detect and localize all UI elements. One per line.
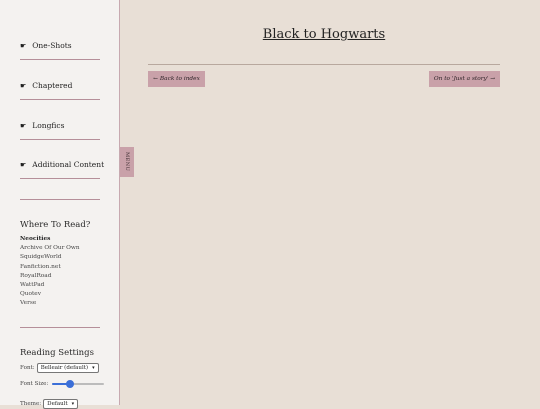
where-link-fanfiction[interactable]: Fanfiction.net [20, 263, 80, 272]
theme-setting: Theme: Default ▾ [20, 399, 79, 409]
chevron-down-icon: ▾ [92, 365, 95, 371]
where-link-verse[interactable]: Verse [20, 299, 80, 308]
nav-item-additional-content[interactable]: ☛ Additional Content [20, 160, 104, 169]
divider [20, 327, 100, 328]
reading-settings-title: Reading Settings [20, 348, 94, 358]
slider-thumb[interactable] [65, 380, 74, 388]
font-setting: Font: Belleair (default) ▾ [20, 363, 99, 373]
where-to-read-title: Where To Read? [20, 220, 91, 230]
nav-item-label: One-Shots [32, 41, 72, 50]
chevron-down-icon: ▾ [71, 401, 75, 407]
sidebar: ☛ One-Shots ☛ Chaptered ☛ Longfics ☛ Add… [0, 0, 120, 409]
font-select[interactable]: Belleair (default) ▾ [36, 363, 99, 373]
font-label: Font: [20, 365, 35, 371]
theme-label: Theme: [20, 401, 42, 407]
divider [20, 178, 100, 179]
where-link-wattpad[interactable]: WattPad [20, 281, 80, 290]
divider [20, 59, 100, 60]
divider [20, 199, 100, 200]
font-size-slider[interactable] [52, 380, 105, 388]
nav-item-longfics[interactable]: ☛ Longfics [20, 121, 64, 130]
title-divider [148, 64, 500, 65]
font-select-value: Belleair (default) [40, 365, 89, 371]
page-title: Black to Hogwarts [262, 27, 386, 42]
where-to-read-list: Neocities Archive Of Our Own SquidgeWorl… [20, 235, 80, 309]
nav-item-chaptered[interactable]: ☛ Chaptered [20, 81, 72, 90]
divider [20, 99, 100, 100]
nav-item-one-shots[interactable]: ☛ One-Shots [20, 41, 72, 50]
where-link-royalroad[interactable]: RoyalRoad [20, 272, 80, 281]
pointing-hand-icon: ☛ [20, 160, 27, 169]
next-chapter-button[interactable]: On to 'Just a story' → [429, 71, 500, 87]
pointing-hand-icon: ☛ [20, 41, 27, 50]
pointing-hand-icon: ☛ [20, 121, 27, 130]
menu-tab-label: MENU [124, 152, 130, 172]
divider [20, 139, 100, 140]
nav-item-label: Longfics [32, 121, 65, 130]
font-size-label: Font Size: [20, 381, 49, 387]
menu-toggle-tab[interactable]: MENU [120, 147, 134, 177]
where-link-squidgeworld[interactable]: SquidgeWorld [20, 253, 80, 262]
pointing-hand-icon: ☛ [20, 81, 27, 90]
where-link-quotev[interactable]: Quotev [20, 290, 80, 299]
nav-item-label: Additional Content [32, 160, 105, 169]
where-link-ao3[interactable]: Archive Of Our Own [20, 244, 80, 253]
theme-select[interactable]: Default ▾ [43, 399, 79, 409]
nav-item-label: Chaptered [32, 81, 73, 90]
theme-select-value: Default [47, 401, 68, 407]
font-size-setting: Font Size: [20, 380, 105, 388]
back-to-index-button[interactable]: ← Back to index [148, 71, 205, 87]
where-link-neocities[interactable]: Neocities [20, 235, 80, 244]
